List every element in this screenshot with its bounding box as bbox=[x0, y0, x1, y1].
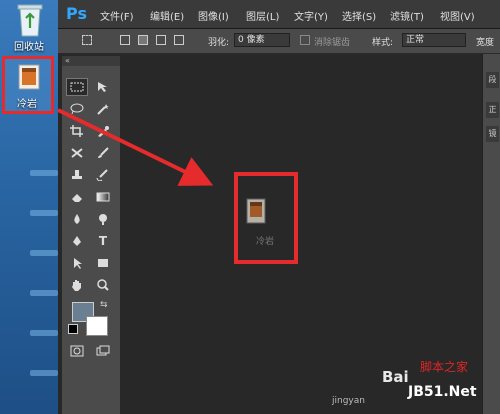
tools-panel: « T ⇆ bbox=[62, 56, 121, 414]
new-selection-icon[interactable] bbox=[120, 35, 130, 45]
menu-file[interactable]: 文件(F) bbox=[100, 8, 134, 23]
hand-tool-icon[interactable] bbox=[66, 276, 88, 294]
watermark-jb51: JB51.Net bbox=[408, 384, 477, 400]
antialias-checkbox[interactable] bbox=[300, 35, 310, 45]
feather-label: 羽化: bbox=[208, 38, 230, 48]
dragged-file-label: 冷岩 bbox=[256, 237, 275, 247]
magic-wand-tool-icon[interactable] bbox=[92, 100, 114, 118]
menu-image[interactable]: 图像(I) bbox=[198, 8, 229, 23]
desktop-decoration bbox=[30, 170, 60, 410]
file-icon bbox=[18, 64, 40, 90]
marquee-preset-icon[interactable] bbox=[82, 35, 92, 45]
history-brush-tool-icon[interactable] bbox=[92, 166, 114, 184]
eyedropper-tool-icon[interactable] bbox=[92, 122, 114, 140]
zoom-tool-icon[interactable] bbox=[92, 276, 114, 294]
recycle-bin-label: 回收站 bbox=[14, 42, 44, 53]
blur-tool-icon[interactable] bbox=[66, 210, 88, 228]
style-label: 样式: bbox=[372, 38, 394, 48]
dragged-file-icon bbox=[246, 198, 266, 224]
swap-colors-icon[interactable]: ⇆ bbox=[100, 300, 108, 310]
menu-bar: Ps 文件(F) 编辑(E) 图像(I) 图层(L) 文字(Y) 选择(S) 滤… bbox=[58, 0, 500, 29]
dodge-tool-icon[interactable] bbox=[92, 210, 114, 228]
menu-type[interactable]: 文字(Y) bbox=[294, 8, 328, 23]
watermark-jb51-top: 脚本之家 bbox=[420, 360, 469, 374]
right-panel-dock: 段 正 镜 bbox=[482, 54, 500, 414]
screen-mode-icon[interactable] bbox=[92, 342, 114, 360]
path-selection-tool-icon[interactable] bbox=[66, 254, 88, 272]
add-selection-icon[interactable] bbox=[138, 35, 148, 45]
quick-mask-icon[interactable] bbox=[66, 342, 88, 360]
dock-button-1[interactable]: 段 bbox=[486, 72, 499, 88]
menu-select[interactable]: 选择(S) bbox=[342, 8, 376, 23]
healing-brush-tool-icon[interactable] bbox=[66, 144, 88, 162]
cold-file-label: 冷岩 bbox=[17, 99, 37, 110]
menu-filter[interactable]: 滤镜(T) bbox=[390, 8, 424, 23]
brush-tool-icon[interactable] bbox=[92, 144, 114, 162]
dock-button-3[interactable]: 镜 bbox=[486, 126, 499, 142]
style-select[interactable]: 正常 bbox=[402, 33, 466, 47]
lasso-tool-icon[interactable] bbox=[66, 100, 88, 118]
dock-button-2[interactable]: 正 bbox=[486, 102, 499, 118]
width-label: 宽度 bbox=[476, 38, 495, 48]
rect-marquee-tool-icon[interactable] bbox=[66, 78, 88, 96]
default-colors-icon[interactable] bbox=[68, 324, 78, 334]
subtract-selection-icon[interactable] bbox=[156, 35, 166, 45]
photoshop-logo: Ps bbox=[66, 4, 87, 23]
move-tool-icon[interactable] bbox=[92, 78, 114, 96]
menu-view[interactable]: 视图(V) bbox=[440, 8, 475, 23]
menu-layer[interactable]: 图层(L) bbox=[246, 8, 279, 23]
drop-target-highlight bbox=[234, 172, 298, 264]
menu-edit[interactable]: 编辑(E) bbox=[150, 8, 184, 23]
options-bar: 羽化: 0 像素 消除锯齿 样式: 正常 宽度 bbox=[58, 29, 500, 54]
crop-tool-icon[interactable] bbox=[66, 122, 88, 140]
feather-input[interactable]: 0 像素 bbox=[234, 33, 290, 47]
tools-panel-collapse[interactable]: « bbox=[62, 56, 120, 66]
gradient-tool-icon[interactable] bbox=[92, 188, 114, 206]
type-tool-icon[interactable]: T bbox=[92, 232, 114, 250]
intersect-selection-icon[interactable] bbox=[174, 35, 184, 45]
background-color-swatch[interactable] bbox=[86, 316, 108, 336]
clone-stamp-tool-icon[interactable] bbox=[66, 166, 88, 184]
watermark-baidu: Bai bbox=[382, 368, 409, 386]
rectangle-tool-icon[interactable] bbox=[92, 254, 114, 272]
antialias-label: 消除锯齿 bbox=[314, 38, 351, 48]
eraser-tool-icon[interactable] bbox=[66, 188, 88, 206]
watermark-jingyan: jingyan bbox=[332, 396, 365, 406]
cold-file-icon-highlight[interactable]: 冷岩 bbox=[2, 56, 54, 114]
pen-tool-icon[interactable] bbox=[66, 232, 88, 250]
